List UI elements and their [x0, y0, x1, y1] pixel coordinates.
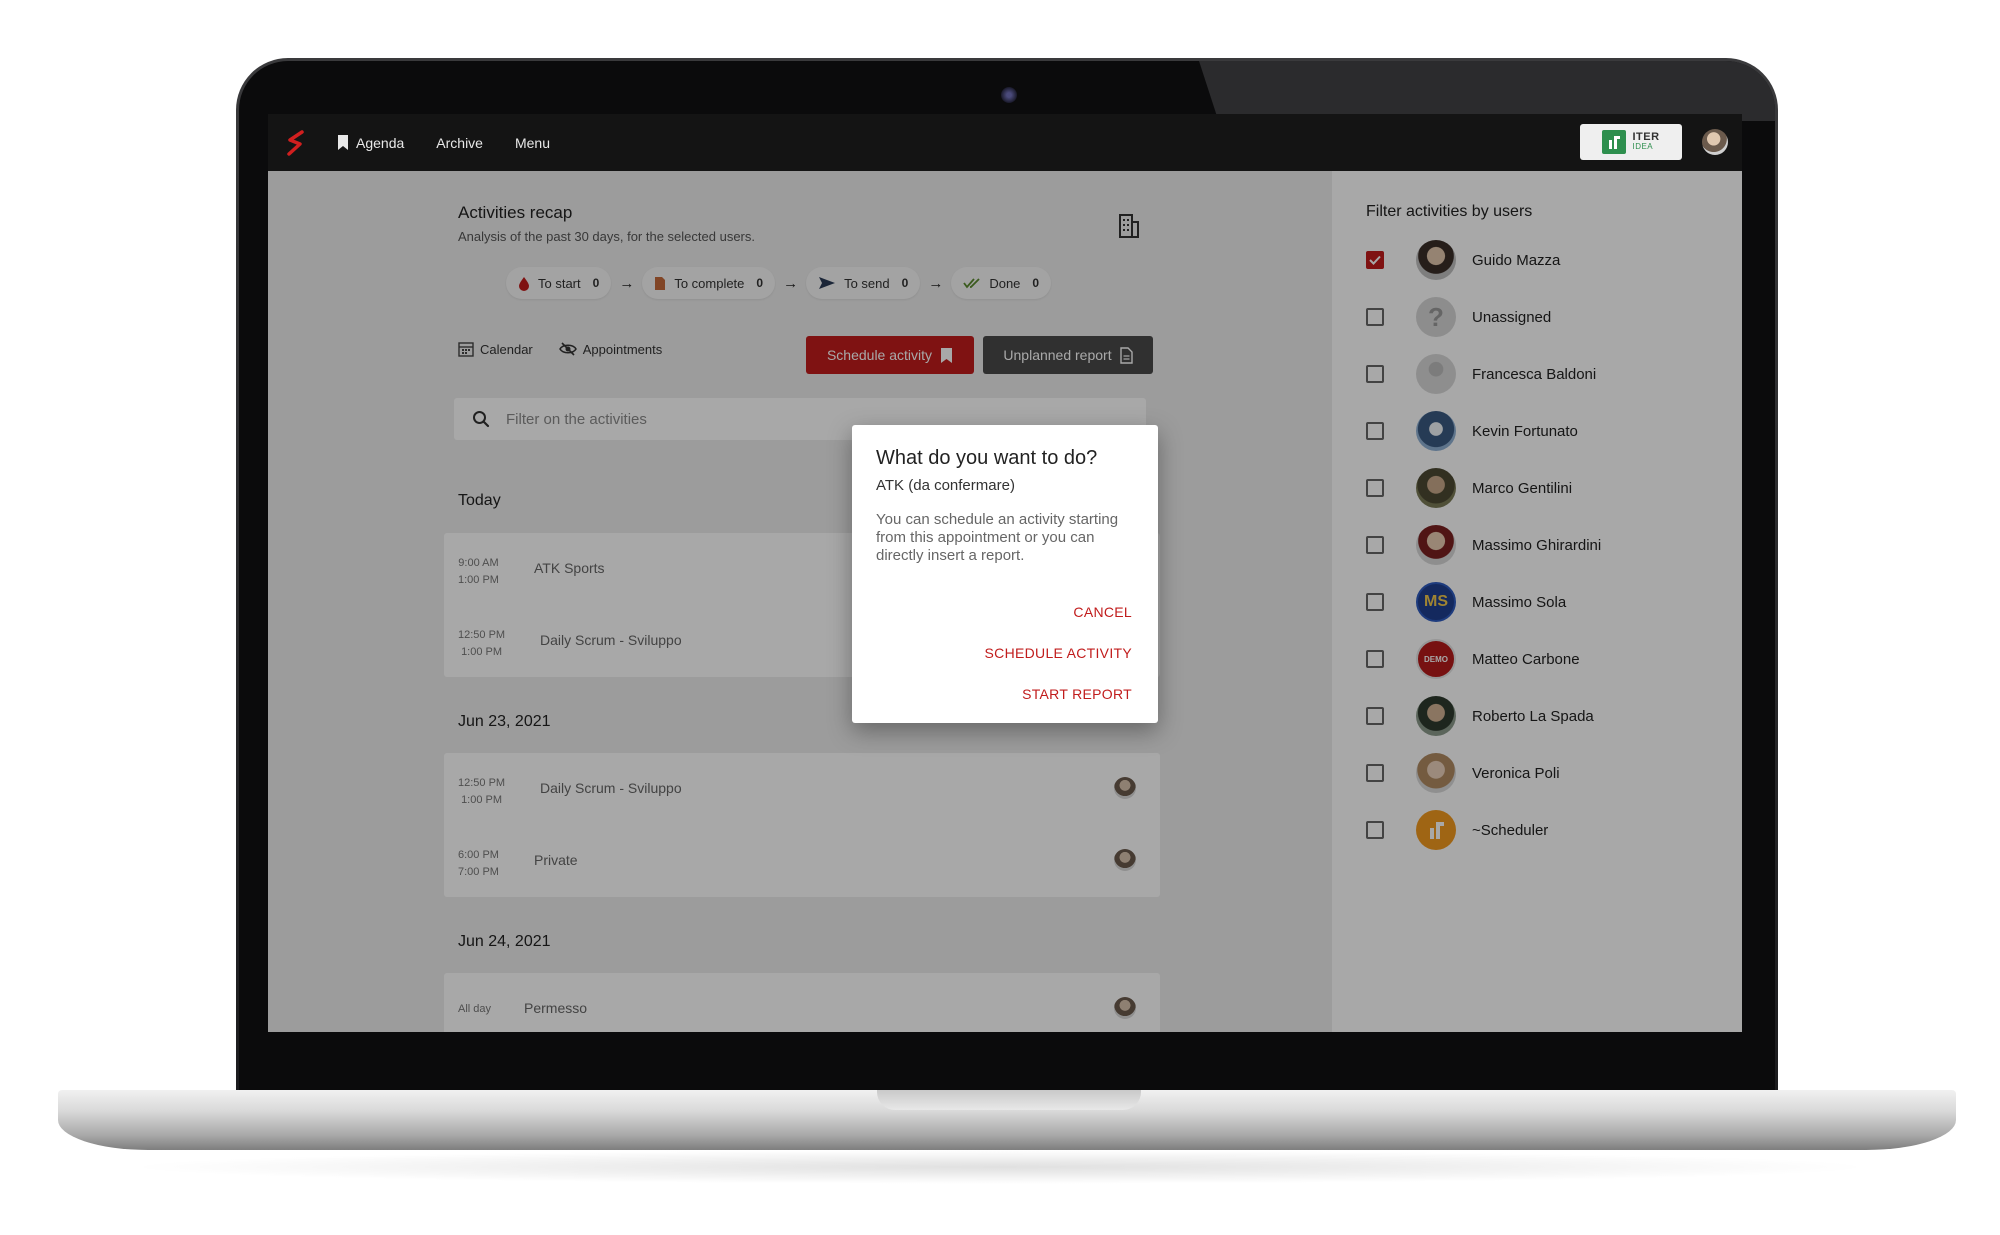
nav-agenda-label: Agenda	[356, 134, 405, 151]
user-filter-panel: Filter activities by users Guido Mazza ?…	[1332, 171, 1742, 1032]
laptop-notch	[877, 1090, 1141, 1110]
filter-dim-overlay	[1332, 171, 1742, 1032]
app-screen: Agenda Archive Menu ITER IDEA Activities…	[268, 114, 1742, 1032]
brand-name: ITER	[1632, 131, 1660, 143]
laptop-shadow	[120, 1150, 1880, 1184]
nav-archive[interactable]: Archive	[436, 135, 483, 151]
top-navigation-bar: Agenda Archive Menu ITER IDEA	[268, 114, 1742, 171]
bookmark-icon	[338, 135, 348, 150]
brand-subname: IDEA	[1632, 142, 1654, 151]
dialog-title: What do you want to do?	[876, 447, 1098, 469]
nav-agenda[interactable]: Agenda	[336, 134, 404, 151]
current-user-avatar[interactable]	[1702, 129, 1728, 155]
bezel-glare	[1199, 61, 1775, 121]
brand-logo: ITER IDEA	[1580, 124, 1682, 160]
brand-mark-icon	[1602, 130, 1627, 154]
action-dialog: What do you want to do? ATK (da conferma…	[852, 425, 1158, 723]
cancel-button[interactable]: CANCEL	[1073, 604, 1132, 620]
camera-icon	[1001, 87, 1017, 103]
start-report-button[interactable]: START REPORT	[1022, 686, 1132, 702]
nav-menu[interactable]: Menu	[515, 135, 550, 151]
dialog-subtitle: ATK (da confermare)	[876, 477, 1015, 494]
modal-backdrop[interactable]	[268, 171, 1332, 1032]
app-logo-icon[interactable]	[284, 128, 308, 158]
schedule-activity-dialog-button[interactable]: SCHEDULE ACTIVITY	[985, 645, 1132, 661]
dialog-body: You can schedule an activity starting fr…	[876, 511, 1119, 564]
